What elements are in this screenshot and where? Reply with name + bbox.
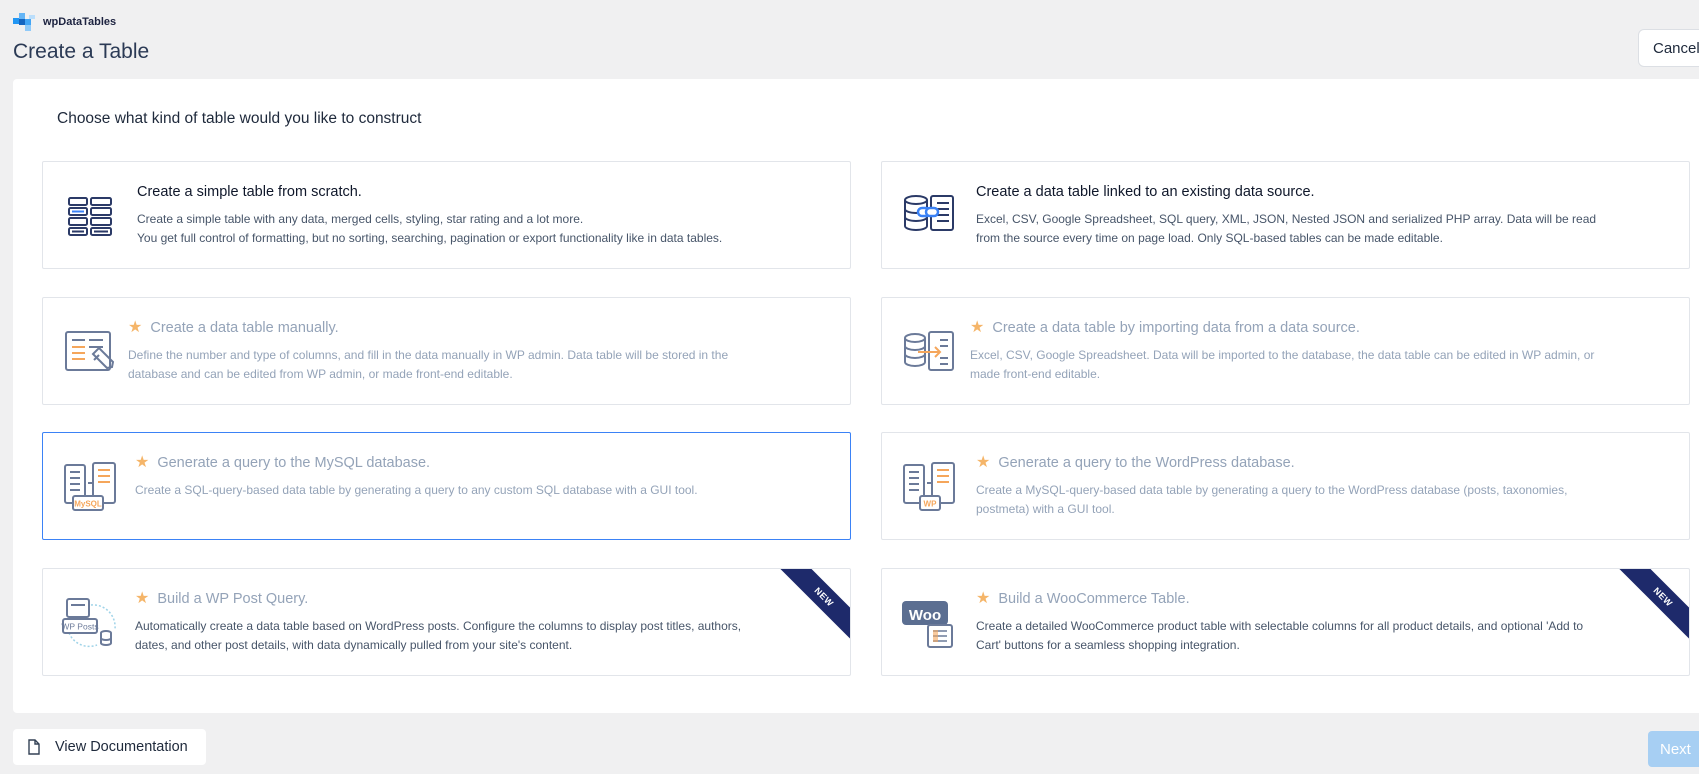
card-title: Create a data table by importing data fr… (992, 320, 1360, 336)
card-title: Create a simple table from scratch. (137, 184, 362, 200)
card-title: Build a WP Post Query. (157, 591, 309, 607)
card-woocommerce-table[interactable]: Woo ★ Build a WooCommerce Table. Create a… (881, 568, 1690, 676)
card-linked-data-source[interactable]: Create a data table linked to an existin… (881, 161, 1690, 269)
linked-data-source-icon (904, 195, 954, 231)
card-title: Build a WooCommerce Table. (998, 591, 1190, 607)
card-description-line: Automatically create a data table based … (135, 619, 742, 633)
card-description-line: Create a MySQL-query-based data table by… (976, 483, 1568, 497)
simple-table-icon (68, 197, 112, 236)
card-description-line: Cart' buttons for a seamless shopping in… (976, 637, 1240, 652)
view-documentation-button[interactable]: View Documentation (13, 729, 206, 765)
mysql-icon-label: MySQL (74, 500, 102, 509)
card-wp-post-query[interactable]: WP Posts ★ Build a WP Post Query. Automat… (42, 568, 851, 676)
card-description-line: database and can be edited from WP admin… (128, 366, 513, 381)
card-title: Generate a query to the MySQL database. (157, 455, 431, 471)
premium-star-icon: ★ (976, 454, 991, 471)
premium-star-icon: ★ (976, 590, 991, 607)
card-wordpress-query[interactable]: WP ★ Generate a query to the WordPress da… (881, 432, 1690, 540)
wpdatatables-logo-icon (13, 13, 35, 31)
next-button[interactable]: Next (1648, 731, 1699, 767)
woo-icon-label: Woo (909, 607, 941, 624)
manual-table-icon (65, 331, 115, 371)
brand: wpDataTables (13, 13, 116, 31)
wp-icon-label: WP (924, 500, 938, 509)
panel-heading: Choose what kind of table would you like… (57, 110, 422, 127)
premium-star-icon: ★ (128, 319, 143, 336)
card-title: Create a data table linked to an existin… (976, 184, 1315, 200)
card-description-line: Create a simple table with any data, mer… (137, 212, 584, 226)
document-icon (28, 739, 40, 755)
page-title: Create a Table (13, 40, 150, 63)
brand-name: wpDataTables (43, 16, 117, 28)
card-description-line: Create a SQL-query-based data table by g… (135, 483, 698, 497)
card-description-line: made front-end editable. (970, 366, 1101, 381)
card-description-line: dates, and other post details, with data… (135, 637, 573, 652)
import-data-icon (904, 331, 954, 371)
premium-star-icon: ★ (135, 590, 150, 607)
card-description-line: postmeta) with a GUI tool. (976, 501, 1115, 516)
new-ribbon: NEW (1618, 569, 1689, 640)
new-badge: NEW (779, 569, 850, 640)
card-mysql-query[interactable]: MySQL ★ Generate a query to the MySQL dat… (42, 432, 851, 540)
premium-star-icon: ★ (135, 454, 150, 471)
card-description-line: Excel, CSV, Google Spreadsheet, SQL quer… (976, 212, 1597, 226)
card-simple-table[interactable]: Create a simple table from scratch. Crea… (42, 161, 851, 269)
card-title: Create a data table manually. (150, 320, 339, 336)
card-import-data[interactable]: ★ Create a data table by importing data f… (881, 297, 1690, 405)
woocommerce-icon: Woo (902, 601, 953, 648)
card-description-line: Create a detailed WooCommerce product ta… (976, 619, 1584, 633)
wp-posts-icon: WP Posts (61, 598, 116, 648)
premium-star-icon: ★ (970, 319, 985, 336)
cancel-button[interactable]: Cancel (1638, 29, 1699, 67)
card-manual-table[interactable]: ★ Create a data table manually. Define th… (42, 297, 851, 405)
card-title: Generate a query to the WordPress databa… (998, 455, 1295, 471)
card-description-line: You get full control of formatting, but … (137, 230, 723, 245)
view-documentation-label: View Documentation (55, 739, 188, 755)
new-ribbon: NEW (779, 569, 850, 640)
card-description-line: Define the number and type of columns, a… (128, 348, 729, 362)
card-description-line: Excel, CSV, Google Spreadsheet. Data wil… (970, 348, 1595, 362)
wordpress-query-icon: WP (903, 462, 955, 511)
card-description-line: from the source every time on page load.… (976, 230, 1443, 245)
wp-posts-icon-label: WP Posts (61, 622, 98, 632)
new-badge: NEW (1618, 569, 1689, 640)
mysql-query-icon: MySQL (64, 462, 116, 511)
